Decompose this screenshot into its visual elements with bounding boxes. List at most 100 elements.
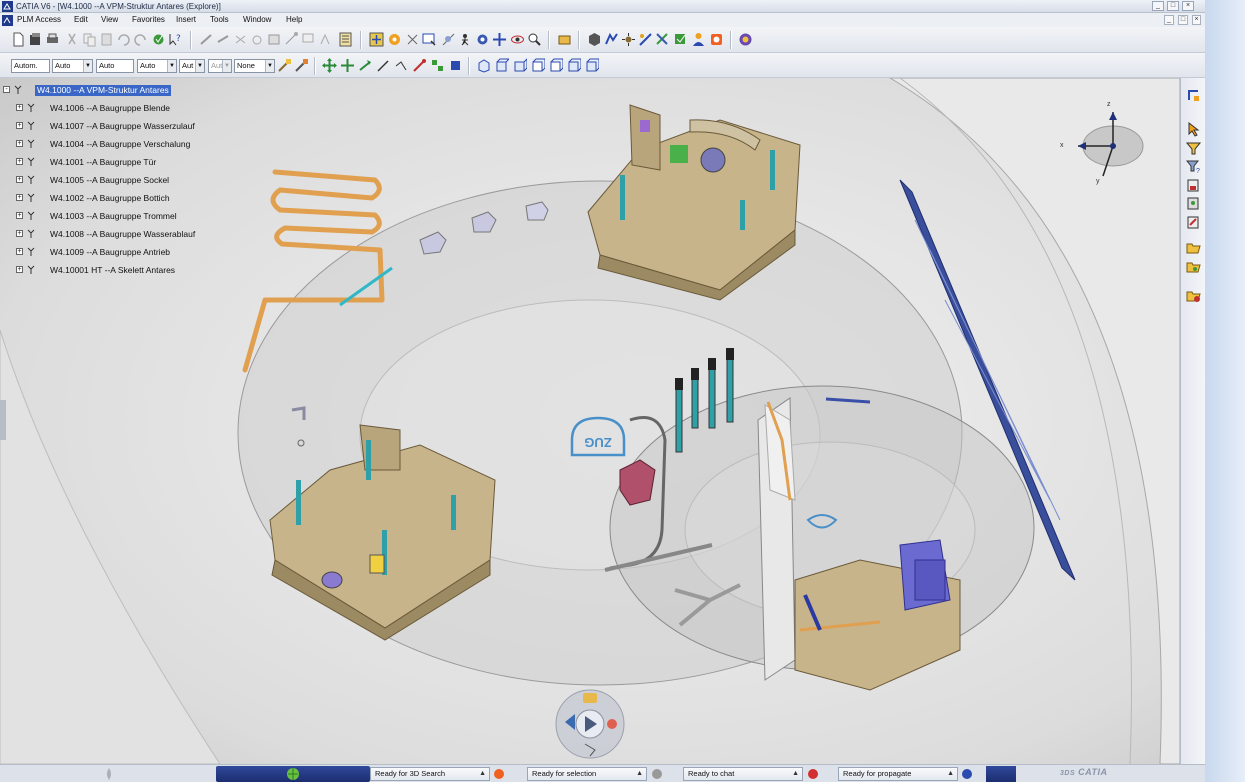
- tree-item[interactable]: + W4.1005 --A Baugruppe Sockel: [0, 172, 260, 188]
- translate-icon[interactable]: [322, 58, 337, 73]
- left-splitter-handle[interactable]: [0, 400, 6, 440]
- tree-root[interactable]: - W4.1000 --A VPM-Struktur Antares: [0, 82, 260, 98]
- bottom-view-icon[interactable]: [584, 58, 599, 73]
- paste-icon[interactable]: [99, 32, 114, 47]
- iso-view-icon[interactable]: [476, 58, 491, 73]
- explode-assembly-icon[interactable]: [430, 58, 445, 73]
- select-icon[interactable]: [1186, 122, 1201, 137]
- snap-move-icon[interactable]: [358, 58, 373, 73]
- expand-toggle[interactable]: -: [3, 86, 10, 93]
- tree-item[interactable]: + W4.1006 --A Baugruppe Blende: [0, 100, 260, 116]
- ruler-icon[interactable]: [216, 32, 231, 47]
- orbit-icon[interactable]: [510, 32, 525, 47]
- front-view-icon[interactable]: [494, 58, 509, 73]
- move-view-icon[interactable]: [492, 32, 507, 47]
- move-icon[interactable]: [340, 58, 355, 73]
- tree-item-label[interactable]: W4.10001 HT --A Skelett Antares: [50, 265, 175, 276]
- tree-item[interactable]: + W4.1008 --A Baugruppe Wasserablauf: [0, 226, 260, 242]
- copy-icon[interactable]: [82, 32, 97, 47]
- selection-icon[interactable]: [648, 766, 666, 782]
- tree-item[interactable]: + W4.1003 --A Baugruppe Trommel: [0, 208, 260, 224]
- expand-toggle[interactable]: +: [16, 266, 23, 273]
- mdi-restore-button[interactable]: □: [1178, 15, 1188, 25]
- expand-toggle[interactable]: +: [16, 194, 23, 201]
- task-chat[interactable]: Ready to chat ▲: [683, 767, 803, 781]
- search-3d-icon[interactable]: [490, 766, 508, 782]
- sketch-icon[interactable]: [199, 32, 214, 47]
- measure-icon[interactable]: [233, 32, 248, 47]
- task-selection[interactable]: Ready for selection ▲: [527, 767, 647, 781]
- close-folder-icon[interactable]: [1186, 288, 1201, 303]
- propagate-icon[interactable]: [958, 766, 976, 782]
- user-icon[interactable]: [691, 32, 706, 47]
- save-folder-icon[interactable]: [1186, 259, 1201, 274]
- expand-toggle[interactable]: +: [16, 122, 23, 129]
- tree-item[interactable]: + W4.1007 --A Baugruppe Wasserzulauf: [0, 118, 260, 134]
- tree-item[interactable]: + W4.1002 --A Baugruppe Bottich: [0, 190, 260, 206]
- menu-edit[interactable]: Edit: [74, 13, 88, 27]
- task-propagate[interactable]: Ready for propagate ▲: [838, 767, 958, 781]
- fly-icon[interactable]: [458, 32, 473, 47]
- tree-item-label[interactable]: W4.1005 --A Baugruppe Sockel: [50, 175, 169, 186]
- explode-icon[interactable]: [621, 32, 636, 47]
- tree-item-label[interactable]: W4.1004 --A Baugruppe Verschalung: [50, 139, 190, 150]
- fit-all-icon[interactable]: [369, 32, 384, 47]
- expand-toggle[interactable]: +: [16, 140, 23, 147]
- line-type-combo[interactable]: Auto ▼: [137, 59, 177, 73]
- stop-manipulation-icon[interactable]: [448, 58, 463, 73]
- expand-toggle[interactable]: +: [16, 248, 23, 255]
- open-folder-icon[interactable]: [1186, 240, 1201, 255]
- catalog-icon[interactable]: [1186, 196, 1201, 211]
- snapshot-icon[interactable]: [318, 32, 333, 47]
- tree-item-label[interactable]: W4.1002 --A Baugruppe Bottich: [50, 193, 170, 204]
- rendering-style-combo[interactable]: Aut ▼: [208, 59, 232, 73]
- distance-icon[interactable]: [284, 32, 299, 47]
- back-view-icon[interactable]: [512, 58, 527, 73]
- zoom-icon[interactable]: [527, 32, 542, 47]
- right-view-icon[interactable]: [548, 58, 563, 73]
- compass-toggle-icon[interactable]: [738, 32, 753, 47]
- close-button[interactable]: ×: [1182, 1, 1194, 11]
- tree-item-label[interactable]: W4.1001 --A Baugruppe Tür: [50, 157, 156, 168]
- painter-icon[interactable]: [277, 58, 292, 73]
- clash-icon[interactable]: [250, 32, 265, 47]
- minimize-button[interactable]: _: [1152, 1, 1164, 11]
- folder-icon[interactable]: [557, 32, 572, 47]
- mdi-close-button[interactable]: ×: [1192, 15, 1201, 25]
- tree-item[interactable]: + W4.10001 HT --A Skelett Antares: [0, 262, 260, 278]
- link-icon[interactable]: [1186, 215, 1201, 230]
- drop-icon[interactable]: [100, 766, 118, 782]
- refresh-icon[interactable]: [151, 32, 166, 47]
- update-icon[interactable]: [1186, 88, 1201, 103]
- menu-favorites[interactable]: Favorites: [132, 13, 165, 27]
- left-view-icon[interactable]: [530, 58, 545, 73]
- filter-help-icon[interactable]: ?: [1186, 159, 1201, 174]
- expand-toggle[interactable]: +: [16, 176, 23, 183]
- menu-window[interactable]: Window: [243, 13, 271, 27]
- top-view-icon[interactable]: [566, 58, 581, 73]
- menu-help[interactable]: Help: [286, 13, 302, 27]
- expand-toggle[interactable]: +: [16, 158, 23, 165]
- tree-item-label[interactable]: W4.1006 --A Baugruppe Blende: [50, 103, 170, 114]
- cut-icon[interactable]: [65, 32, 80, 47]
- turn-head-icon[interactable]: [475, 32, 490, 47]
- task-3d-search[interactable]: Ready for 3D Search ▲: [370, 767, 490, 781]
- mdi-minimize-button[interactable]: _: [1164, 15, 1174, 25]
- search-globe-icon[interactable]: [284, 766, 302, 782]
- tree-item[interactable]: + W4.1004 --A Baugruppe Verschalung: [0, 136, 260, 152]
- tree-root-label[interactable]: W4.1000 --A VPM-Struktur Antares: [35, 85, 171, 96]
- tree-item[interactable]: + W4.1009 --A Baugruppe Antrieb: [0, 244, 260, 260]
- chat-icon[interactable]: [804, 766, 822, 782]
- tree-item-label[interactable]: W4.1003 --A Baugruppe Trommel: [50, 211, 177, 222]
- tree-item-label[interactable]: W4.1009 --A Baugruppe Antrieb: [50, 247, 170, 258]
- compass-widget[interactable]: z x y: [1058, 98, 1148, 188]
- whats-this-icon[interactable]: ?: [168, 32, 183, 47]
- line-thickness-combo[interactable]: Auto: [96, 59, 134, 73]
- cube-icon[interactable]: [587, 32, 602, 47]
- redo-icon[interactable]: [133, 32, 148, 47]
- section-icon[interactable]: [267, 32, 282, 47]
- tree-item[interactable]: + W4.1001 --A Baugruppe Tür: [0, 154, 260, 170]
- menu-view[interactable]: View: [101, 13, 118, 27]
- annotation-icon[interactable]: [301, 32, 316, 47]
- expand-toggle[interactable]: +: [16, 230, 23, 237]
